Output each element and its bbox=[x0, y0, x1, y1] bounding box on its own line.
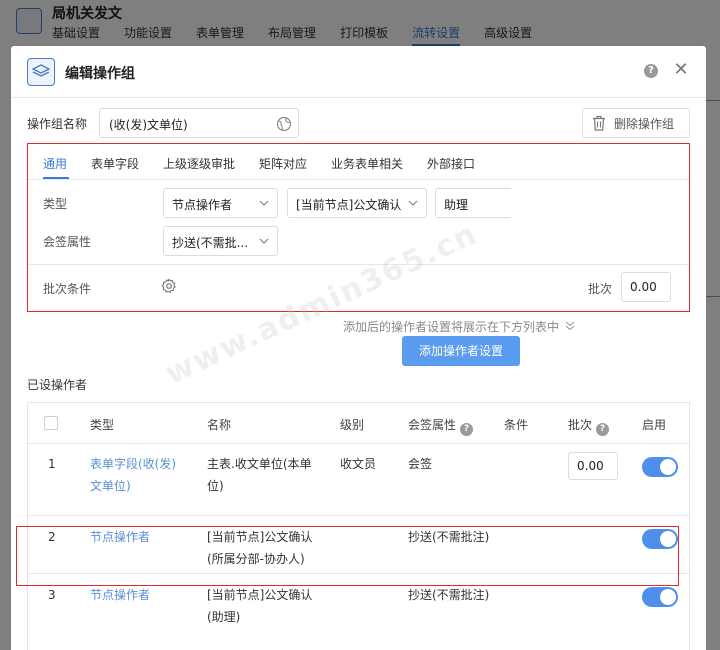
header-name: 名称 bbox=[207, 418, 232, 432]
batch-label: 批次 bbox=[588, 282, 613, 296]
group-name-input[interactable]: (收(发)文单位) bbox=[99, 108, 299, 138]
table-header: 类型 名称 级别 会签属性? 条件 批次? 启用 bbox=[28, 403, 689, 444]
config-tabs: 通用 表单字段 上级逐级审批 矩阵对应 业务表单相关 外部接口 bbox=[28, 144, 689, 180]
add-hint-text: 添加后的操作者设置将展示在下方列表中 bbox=[343, 320, 560, 334]
sign-attribute-value: 抄送(不需批... bbox=[172, 236, 249, 250]
row-name-line: [当前节点]公文确认 bbox=[207, 588, 313, 602]
tab-business-form[interactable]: 业务表单相关 bbox=[331, 155, 403, 172]
header-sign-attribute-label: 会签属性 bbox=[408, 418, 457, 432]
double-chevron-down-icon[interactable] bbox=[564, 320, 576, 332]
tab-superior-approval[interactable]: 上级逐级审批 bbox=[163, 155, 235, 172]
panel-divider bbox=[28, 264, 689, 265]
add-operator-button[interactable]: 添加操作者设置 bbox=[402, 336, 520, 366]
layers-icon bbox=[27, 58, 55, 86]
row-enabled-toggle[interactable] bbox=[642, 457, 678, 477]
row-name-line: 位) bbox=[207, 479, 224, 493]
row-batch-value: 0.00 bbox=[577, 459, 604, 473]
row-enabled-toggle[interactable] bbox=[642, 587, 678, 607]
help-icon[interactable]: ? bbox=[596, 423, 610, 436]
row-type-link[interactable]: 节点操作者 bbox=[90, 584, 150, 606]
group-name-value: (收(发)文单位) bbox=[109, 118, 188, 132]
active-tab-indicator bbox=[43, 177, 69, 179]
node-select[interactable]: [当前节点]公文确认 bbox=[287, 188, 427, 218]
delete-group-label: 删除操作组 bbox=[614, 116, 675, 131]
toggle-knob bbox=[660, 459, 676, 475]
trash-icon bbox=[593, 115, 605, 131]
select-all-checkbox[interactable] bbox=[44, 416, 58, 430]
help-icon[interactable]: ? bbox=[460, 423, 474, 436]
gear-icon[interactable] bbox=[161, 278, 177, 294]
role-select-value: 助理 bbox=[444, 198, 469, 212]
chevron-down-icon bbox=[259, 200, 269, 206]
configured-operators-title: 已设操作者 bbox=[27, 378, 88, 392]
node-select-value: [当前节点]公文确认 bbox=[296, 198, 402, 212]
toggle-knob bbox=[660, 589, 676, 605]
close-icon[interactable]: ✕ bbox=[673, 60, 689, 80]
table-row: 1 表单字段(收(发) 文单位) 主表.收文单位(本单 位) 收文员 会签 0.00 bbox=[28, 444, 689, 516]
header-level: 级别 bbox=[340, 418, 365, 432]
row-level: 收文员 bbox=[340, 457, 377, 471]
type-label: 类型 bbox=[43, 197, 68, 211]
role-select[interactable]: 助理 bbox=[435, 188, 511, 218]
globe-icon[interactable] bbox=[276, 116, 292, 132]
type-select[interactable]: 节点操作者 bbox=[163, 188, 278, 218]
row-index: 1 bbox=[48, 457, 56, 471]
row-batch-input[interactable]: 0.00 bbox=[568, 452, 618, 480]
group-name-label: 操作组名称 bbox=[27, 117, 88, 131]
sign-attribute-label: 会签属性 bbox=[43, 235, 92, 249]
batch-input[interactable]: 0.00 bbox=[621, 272, 671, 302]
highlight-box bbox=[16, 526, 679, 586]
sign-attribute-select[interactable]: 抄送(不需批... bbox=[163, 226, 278, 256]
row-name-line: 主表.收文单位(本单 bbox=[207, 457, 312, 471]
header-sign-attribute: 会签属性? bbox=[408, 416, 474, 436]
tab-matrix[interactable]: 矩阵对应 bbox=[259, 155, 307, 172]
row-name: 主表.收文单位(本单 位) bbox=[207, 453, 312, 497]
tab-general[interactable]: 通用 bbox=[43, 155, 67, 172]
row-type-line: 表单字段(收(发) bbox=[90, 457, 177, 471]
tab-external-api[interactable]: 外部接口 bbox=[427, 155, 475, 172]
row-sign-attribute: 抄送(不需批注) bbox=[408, 588, 490, 602]
header-condition: 条件 bbox=[504, 418, 529, 432]
header-type: 类型 bbox=[90, 418, 115, 432]
help-icon[interactable]: ? bbox=[644, 64, 658, 78]
modal-title: 编辑操作组 bbox=[65, 66, 135, 82]
batch-condition-label: 批次条件 bbox=[43, 282, 92, 296]
header-enabled: 启用 bbox=[642, 418, 667, 432]
batch-input-value: 0.00 bbox=[630, 280, 657, 294]
row-type-line: 文单位) bbox=[90, 479, 131, 493]
header-batch-label: 批次 bbox=[568, 418, 593, 432]
row-sign-attribute: 会签 bbox=[408, 457, 433, 471]
chevron-down-icon bbox=[259, 238, 269, 244]
row-name-line: (助理) bbox=[207, 610, 241, 624]
modal-header: 编辑操作组 ? ✕ bbox=[11, 46, 706, 98]
tab-form-field[interactable]: 表单字段 bbox=[91, 155, 139, 172]
chevron-down-icon bbox=[408, 200, 418, 206]
delete-group-button[interactable]: 删除操作组 bbox=[582, 108, 690, 138]
type-select-value: 节点操作者 bbox=[172, 198, 233, 212]
operator-config-panel: 通用 表单字段 上级逐级审批 矩阵对应 业务表单相关 外部接口 类型 节点操作者… bbox=[27, 143, 690, 312]
row-index: 3 bbox=[48, 588, 56, 602]
row-name: [当前节点]公文确认 (助理) bbox=[207, 584, 312, 628]
row-type-link[interactable]: 表单字段(收(发) 文单位) bbox=[90, 453, 176, 497]
header-batch: 批次? bbox=[568, 416, 610, 436]
